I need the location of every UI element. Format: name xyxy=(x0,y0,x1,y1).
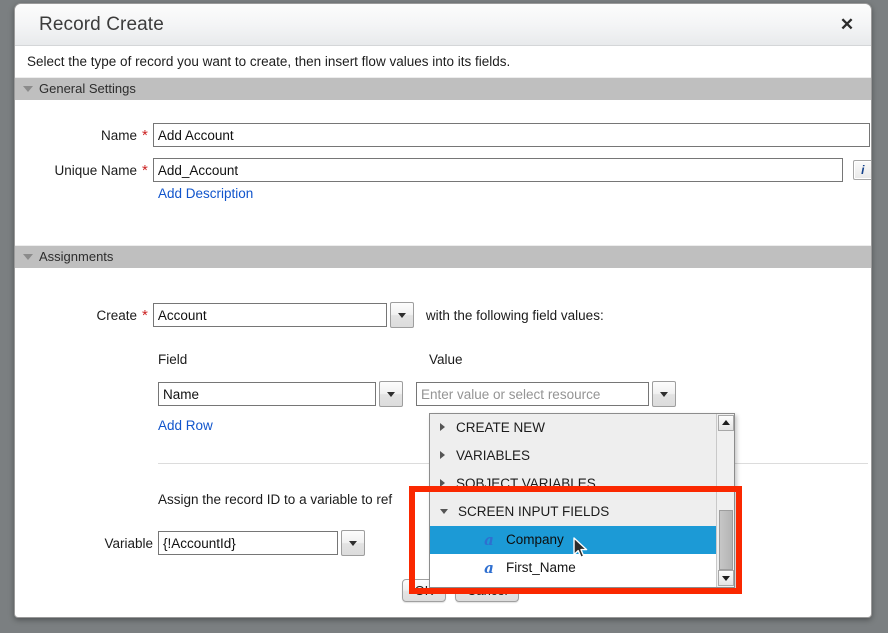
name-label: Name xyxy=(100,127,137,143)
section-title-assignments: Assignments xyxy=(39,249,114,264)
name-input[interactable] xyxy=(152,123,870,147)
create-object-dropdown-button[interactable] xyxy=(389,302,414,328)
collapse-triangle-icon[interactable] xyxy=(23,85,33,92)
dropdown-group-variables[interactable]: VARIABLES xyxy=(430,442,718,470)
record-create-dialog: Record Create ✕ Select the type of recor… xyxy=(14,3,872,618)
variable-row: Variable xyxy=(15,530,365,556)
create-required-marker: * xyxy=(142,306,148,324)
field-name-input[interactable] xyxy=(158,382,376,406)
create-row: Create * with the following field values… xyxy=(15,302,604,328)
scroll-up-icon[interactable] xyxy=(718,415,734,431)
assign-record-id-note: Assign the record ID to a variable to re… xyxy=(158,492,393,507)
dialog-title: Record Create xyxy=(39,14,164,35)
section-title-general-settings: General Settings xyxy=(39,81,136,96)
scroll-down-icon[interactable] xyxy=(718,570,734,586)
variable-input[interactable] xyxy=(158,531,338,555)
dropdown-group-label: SCREEN INPUT FIELDS xyxy=(458,504,610,519)
expand-triangle-icon[interactable] xyxy=(440,479,445,488)
dropdown-group-label: CREATE NEW xyxy=(456,420,546,435)
variable-dropdown-button[interactable] xyxy=(341,530,365,556)
dropdown-scrollbar[interactable] xyxy=(716,414,734,587)
scrollbar-thumb[interactable] xyxy=(719,510,733,570)
dropdown-group-create-new[interactable]: CREATE NEW xyxy=(430,414,718,442)
unique-name-input[interactable] xyxy=(152,158,843,182)
dropdown-group-sobject-variables[interactable]: SOBJECT VARIABLES xyxy=(430,470,718,498)
field-name-dropdown-button[interactable] xyxy=(379,381,403,407)
dropdown-group-label: SOBJECT VARIABLES xyxy=(456,476,596,491)
resource-dropdown-items: CREATE NEW VARIABLES SOBJECT VARIABLES S… xyxy=(430,414,718,587)
value-resource-dropdown-button[interactable] xyxy=(652,381,676,407)
create-object-input[interactable] xyxy=(152,303,387,327)
add-description-row: Add Description xyxy=(158,186,253,201)
add-row-link[interactable]: Add Row xyxy=(158,418,213,433)
dropdown-option-label: First_Name xyxy=(506,560,576,575)
dialog-titlebar: Record Create ✕ xyxy=(15,4,871,46)
dropdown-option-label: Company xyxy=(506,532,564,547)
general-settings-panel: Name * Unique Name * i Add Description xyxy=(15,100,871,245)
unique-name-row: Unique Name * i xyxy=(15,158,871,182)
collapse-triangle-icon[interactable] xyxy=(23,253,33,260)
unique-name-label: Unique Name xyxy=(54,162,137,178)
dropdown-option-first-name[interactable]: a First_Name xyxy=(430,554,718,582)
unique-name-required-marker: * xyxy=(142,161,148,179)
section-header-assignments[interactable]: Assignments xyxy=(15,245,871,268)
dialog-description: Select the type of record you want to cr… xyxy=(15,46,871,77)
text-variable-icon: a xyxy=(484,559,494,577)
field-value-row xyxy=(158,381,676,407)
info-icon[interactable]: i xyxy=(852,160,871,180)
add-row-container: Add Row xyxy=(158,418,213,433)
create-suffix-text: with the following field values: xyxy=(425,307,604,323)
expand-triangle-icon[interactable] xyxy=(440,451,445,460)
dropdown-option-company[interactable]: a Company xyxy=(430,526,718,554)
collapse-triangle-icon[interactable] xyxy=(440,508,448,514)
expand-triangle-icon[interactable] xyxy=(440,423,445,432)
resource-dropdown-list[interactable]: CREATE NEW VARIABLES SOBJECT VARIABLES S… xyxy=(429,413,735,588)
column-header-field: Field xyxy=(158,352,188,367)
section-header-general-settings[interactable]: General Settings xyxy=(15,77,871,100)
name-row: Name * xyxy=(15,123,871,147)
column-header-value: Value xyxy=(429,352,463,367)
create-label: Create xyxy=(96,307,137,323)
close-icon[interactable]: ✕ xyxy=(837,15,857,35)
dropdown-group-screen-input-fields[interactable]: SCREEN INPUT FIELDS xyxy=(430,498,718,526)
add-description-link[interactable]: Add Description xyxy=(158,186,253,201)
text-variable-icon: a xyxy=(484,531,494,549)
value-input[interactable] xyxy=(416,382,649,406)
dropdown-group-label: VARIABLES xyxy=(456,448,531,463)
variable-label: Variable xyxy=(104,535,153,551)
name-required-marker: * xyxy=(142,126,148,144)
